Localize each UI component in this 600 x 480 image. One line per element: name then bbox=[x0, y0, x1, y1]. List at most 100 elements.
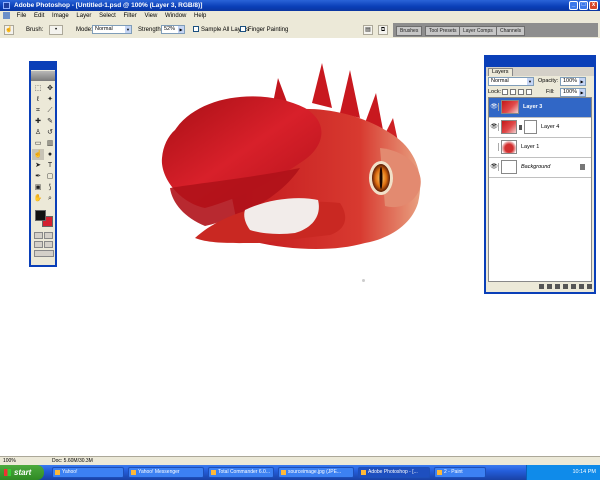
zoom-tool-icon[interactable]: ⌕ bbox=[44, 193, 56, 204]
opacity-input[interactable]: 100% ▶ bbox=[560, 77, 586, 86]
menu-filter[interactable]: Filter bbox=[120, 11, 139, 22]
window-title-bar[interactable]: Adobe Photoshop - [Untitled-1.psd @ 100%… bbox=[0, 0, 600, 11]
fill-label: Fill: bbox=[546, 89, 555, 95]
taskbar-item-photoshop[interactable]: Adobe Photoshop - [... bbox=[358, 467, 430, 478]
taskbar-item-yahoo-messenger[interactable]: Yahoo! Messenger bbox=[128, 467, 204, 478]
smudge-tool-icon[interactable]: ☝ bbox=[32, 149, 44, 160]
layer-style-icon[interactable] bbox=[547, 284, 552, 289]
magic-wand-tool-icon[interactable]: ✦ bbox=[44, 94, 56, 105]
blend-mode-select[interactable]: Normal ▼ bbox=[488, 77, 534, 86]
strength-value: 52% bbox=[164, 26, 176, 32]
photoshop-app-icon bbox=[3, 2, 10, 9]
history-brush-tool-icon[interactable]: ↺ bbox=[44, 127, 56, 138]
toolbox-palette[interactable]: ⬚ ✥ ℓ ✦ ⌗ ⟋ ✚ ✎ ♙ ↺ ▭ ▥ ☝ ● ➤ T ✒ ▢ ▣ ⟆ … bbox=[29, 61, 57, 267]
layers-palette-title-bar[interactable] bbox=[486, 57, 594, 67]
hand-tool-icon[interactable]: ✋ bbox=[32, 193, 44, 204]
finger-painting-checkbox[interactable] bbox=[240, 26, 246, 32]
sample-all-layers-checkbox[interactable] bbox=[193, 26, 199, 32]
taskbar-item-sourceimage[interactable]: sourceimage.jpg (JPE... bbox=[278, 467, 354, 478]
lock-transparency-icon[interactable] bbox=[502, 89, 508, 95]
menu-layer[interactable]: Layer bbox=[73, 11, 94, 22]
mode-select[interactable]: Normal ▼ bbox=[92, 25, 132, 34]
brush-tool-icon[interactable]: ✎ bbox=[44, 116, 56, 127]
eyedropper-tool-icon[interactable]: ⟆ bbox=[44, 182, 56, 193]
link-layers-icon[interactable] bbox=[539, 284, 544, 289]
eye-icon[interactable]: 👁 bbox=[490, 123, 499, 131]
layer-row-layer-3[interactable]: 👁 Layer 3 bbox=[489, 98, 591, 118]
well-tab-brushes[interactable]: Brushes bbox=[396, 26, 423, 36]
type-tool-icon[interactable]: T bbox=[44, 160, 56, 171]
start-button[interactable]: start bbox=[0, 465, 44, 480]
adjustment-layer-icon[interactable] bbox=[563, 284, 568, 289]
gradient-tool-icon[interactable]: ▥ bbox=[44, 138, 56, 149]
layer-list: 👁 Layer 3 👁 Layer 4 Layer 1 👁 Background bbox=[488, 97, 592, 282]
standard-mode-icon[interactable] bbox=[34, 232, 43, 239]
menu-window[interactable]: Window bbox=[162, 11, 189, 22]
image-viewer-icon bbox=[281, 470, 286, 475]
menu-select[interactable]: Select bbox=[96, 11, 119, 22]
shape-tool-icon[interactable]: ▢ bbox=[44, 171, 56, 182]
photoshop-icon bbox=[361, 470, 366, 475]
lasso-tool-icon[interactable]: ℓ bbox=[32, 94, 44, 105]
layer-row-background[interactable]: 👁 Background bbox=[489, 158, 591, 178]
pen-tool-icon[interactable]: ✒ bbox=[32, 171, 44, 182]
eraser-tool-icon[interactable]: ▭ bbox=[32, 138, 44, 149]
well-tab-tool-presets[interactable]: Tool Presets bbox=[425, 26, 461, 36]
strength-input[interactable]: 52% ▶ bbox=[161, 25, 185, 34]
dodge-tool-icon[interactable]: ● bbox=[44, 149, 56, 160]
eye-icon[interactable]: 👁 bbox=[490, 163, 499, 171]
taskbar-item-yahoo[interactable]: Yahoo! bbox=[52, 467, 124, 478]
slice-tool-icon[interactable]: ⟋ bbox=[44, 105, 56, 116]
toggle-palettes-icon[interactable]: ⧉ bbox=[378, 25, 388, 35]
toolbox-title-bar[interactable] bbox=[31, 63, 55, 70]
taskbar-item-total-commander[interactable]: Total Commander 6.0... bbox=[208, 467, 274, 478]
quick-mask-mode-icon[interactable] bbox=[44, 232, 53, 239]
lock-all-icon[interactable] bbox=[526, 89, 532, 95]
trash-icon[interactable] bbox=[587, 284, 592, 289]
lock-image-icon[interactable] bbox=[510, 89, 516, 95]
tab-layers[interactable]: Layers bbox=[488, 68, 513, 76]
menu-help[interactable]: Help bbox=[191, 11, 209, 22]
document-icon[interactable] bbox=[3, 11, 10, 19]
minimize-button[interactable]: _ bbox=[569, 1, 578, 10]
browser-icon bbox=[55, 470, 60, 475]
well-tab-layer-comps[interactable]: Layer Comps bbox=[459, 26, 497, 36]
lock-position-icon[interactable] bbox=[518, 89, 524, 95]
fill-value: 100% bbox=[563, 89, 578, 95]
maximize-button[interactable]: □ bbox=[579, 1, 588, 10]
notes-tool-icon[interactable]: ▣ bbox=[32, 182, 44, 193]
menu-image[interactable]: Image bbox=[49, 11, 72, 22]
marquee-tool-icon[interactable]: ⬚ bbox=[32, 83, 44, 94]
brush-picker[interactable]: • bbox=[49, 25, 63, 35]
layer-row-layer-4[interactable]: 👁 Layer 4 bbox=[489, 118, 591, 138]
add-mask-icon[interactable] bbox=[555, 284, 560, 289]
fill-input[interactable]: 100% ▶ bbox=[560, 88, 586, 97]
foreground-color-swatch[interactable] bbox=[35, 210, 46, 221]
clone-stamp-tool-icon[interactable]: ♙ bbox=[32, 127, 44, 138]
menu-file[interactable]: File bbox=[14, 11, 30, 22]
clock[interactable]: 10:14 PM bbox=[572, 469, 596, 475]
jump-to-imageready-icon[interactable] bbox=[34, 250, 54, 257]
path-selection-tool-icon[interactable]: ➤ bbox=[32, 160, 44, 171]
menu-view[interactable]: View bbox=[141, 11, 160, 22]
photoshop-logo-icon[interactable] bbox=[31, 71, 55, 81]
healing-brush-tool-icon[interactable]: ✚ bbox=[32, 116, 44, 127]
file-browser-icon[interactable]: ▤ bbox=[363, 25, 373, 35]
total-commander-icon bbox=[211, 470, 216, 475]
layers-palette[interactable]: Layers Normal ▼ Opacity: 100% ▶ Lock: Fi… bbox=[484, 55, 596, 294]
eye-icon[interactable]: 👁 bbox=[490, 103, 499, 111]
taskbar-item-paint[interactable]: 2 - Paint bbox=[434, 467, 486, 478]
new-layer-icon[interactable] bbox=[579, 284, 584, 289]
new-group-icon[interactable] bbox=[571, 284, 576, 289]
layer-row-layer-1[interactable]: Layer 1 bbox=[489, 138, 591, 158]
close-button[interactable]: x bbox=[589, 1, 598, 10]
eye-off-icon[interactable] bbox=[490, 143, 499, 151]
standard-screen-icon[interactable] bbox=[34, 241, 43, 248]
full-screen-menu-icon[interactable] bbox=[44, 241, 53, 248]
menu-edit[interactable]: Edit bbox=[31, 11, 47, 22]
crop-tool-icon[interactable]: ⌗ bbox=[32, 105, 44, 116]
move-tool-icon[interactable]: ✥ bbox=[44, 83, 56, 94]
mode-select-value: Normal bbox=[95, 26, 113, 32]
well-tab-channels[interactable]: Channels bbox=[496, 26, 526, 36]
smudge-tool-preset-icon[interactable]: ☝ bbox=[4, 25, 14, 35]
